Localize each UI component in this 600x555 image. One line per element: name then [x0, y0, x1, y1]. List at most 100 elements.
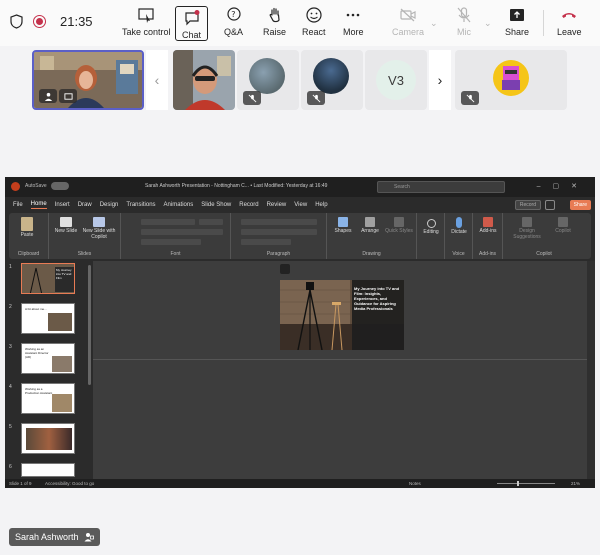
slide-thumbnail-1[interactable]: My Journey into TV and Film	[21, 263, 75, 294]
qa-button[interactable]: ? Q&A	[224, 6, 243, 42]
shield-icon	[10, 14, 23, 29]
ribbon-tabs: File Home Insert Draw Design Transitions…	[5, 197, 595, 213]
addins-button[interactable]: Add-ins	[475, 217, 501, 234]
slides-group: New Slide New Slide with Copilot Slides	[49, 213, 121, 259]
more-button[interactable]: More	[343, 6, 364, 42]
participant-tile-self[interactable]	[455, 50, 567, 110]
slide-thumbnail-4[interactable]: Working as a Production Assistant	[21, 383, 75, 414]
screen-share-icon	[63, 92, 73, 100]
clipboard-group: Paste Clipboard	[9, 213, 49, 259]
participants-next-button[interactable]: ›	[429, 50, 451, 110]
font-name-dropdown[interactable]	[141, 219, 195, 225]
participant-video	[173, 50, 235, 110]
slide-editing-canvas[interactable]: My Journey into TV and Film: Insights, E…	[93, 261, 595, 479]
zoom-slider-track[interactable]	[497, 483, 555, 484]
slide-thumbnails-pane: 1 My Journey into TV and Film 2 A bit ab…	[5, 261, 93, 479]
copilot-group: Design Suggestions Copilot Copilot	[503, 213, 585, 259]
comments-icon[interactable]	[545, 200, 555, 210]
shapes-button[interactable]: Shapes	[331, 217, 355, 234]
zoom-slider-knob[interactable]	[517, 481, 519, 486]
raise-hand-button[interactable]: Raise	[263, 6, 286, 42]
participant-strip: ‹ V3 ›	[0, 48, 600, 112]
tab-record[interactable]: Record	[239, 202, 258, 208]
slide-thumbnail-3[interactable]: Working as an Assistant Director (AD)	[21, 343, 75, 374]
current-slide[interactable]: My Journey into TV and Film: Insights, E…	[280, 280, 404, 350]
thumbnails-scrollbar[interactable]	[88, 265, 91, 385]
participant-tile-sarah[interactable]	[32, 50, 144, 110]
microphone-icon	[456, 217, 462, 228]
participant-tile-v3[interactable]: V3	[365, 50, 427, 110]
magnifier-icon	[426, 219, 436, 228]
paste-icon	[21, 217, 33, 231]
autosave-toggle[interactable]	[51, 182, 69, 190]
leave-button[interactable]: Leave	[557, 6, 582, 42]
tab-draw[interactable]: Draw	[78, 202, 92, 208]
tab-transitions[interactable]: Transitions	[126, 202, 155, 208]
canvas-scrollbar[interactable]	[587, 261, 595, 479]
paste-button[interactable]: Paste	[15, 217, 39, 238]
tab-help[interactable]: Help	[315, 202, 327, 208]
chat-button[interactable]: Chat	[175, 6, 209, 41]
slide-options-icon[interactable]	[280, 264, 290, 274]
participants-prev-button[interactable]: ‹	[146, 50, 168, 110]
arrange-button[interactable]: Arrange	[357, 217, 383, 234]
slide-thumbnail-2[interactable]: A bit about me...	[21, 303, 75, 334]
window-controls[interactable]: –▢✕	[537, 182, 589, 190]
ppt-share-button[interactable]: Share	[569, 200, 591, 210]
participant-avatar	[313, 58, 349, 94]
designer-button[interactable]: Design Suggestions	[509, 217, 545, 240]
toolbar-divider	[543, 10, 544, 36]
font-size-dropdown[interactable]	[199, 219, 223, 225]
ppt-search-box[interactable]: Search	[377, 181, 505, 193]
presenter-icon	[44, 92, 52, 101]
addins-group: Add-ins Add-ins	[473, 213, 503, 259]
tab-animations[interactable]: Animations	[164, 202, 194, 208]
new-slide-copilot-button[interactable]: New Slide with Copilot	[81, 217, 117, 240]
participant-tile-3[interactable]	[237, 50, 299, 110]
zoom-level[interactable]: 21%	[571, 481, 580, 486]
tab-review[interactable]: Review	[267, 202, 287, 208]
tab-file[interactable]: File	[13, 202, 23, 208]
quick-styles-icon	[394, 217, 404, 227]
editing-button[interactable]: Editing	[419, 219, 443, 235]
new-slide-button[interactable]: New Slide	[53, 217, 79, 234]
participant-tile-4[interactable]	[301, 50, 363, 110]
take-control-button[interactable]: Take control	[122, 6, 171, 42]
mic-options-chevron-icon[interactable]: ⌄	[484, 18, 492, 29]
list-buttons[interactable]	[241, 219, 317, 225]
camera-options-chevron-icon[interactable]: ⌄	[430, 18, 438, 29]
react-button[interactable]: React	[302, 6, 326, 42]
share-button[interactable]: Share	[505, 6, 529, 42]
home-ribbon: Paste Clipboard New Slide New Slide with…	[9, 213, 591, 259]
mic-button[interactable]: Mic	[455, 6, 473, 42]
dictate-button[interactable]: Dictate	[447, 217, 471, 235]
tab-design[interactable]: Design	[100, 202, 119, 208]
accessibility-status[interactable]: Accessibility: Good to go	[45, 481, 94, 486]
notes-toggle[interactable]: Notes	[409, 481, 421, 486]
copilot-button[interactable]: Copilot	[549, 217, 577, 234]
thumb-number: 3	[9, 344, 12, 350]
font-format-buttons[interactable]	[141, 229, 223, 235]
paragraph-group: Paragraph	[231, 213, 327, 259]
mic-off-icon	[248, 94, 256, 102]
tab-insert[interactable]: Insert	[55, 202, 70, 208]
camera-button[interactable]: Camera	[392, 6, 424, 42]
participant-tile-2[interactable]	[173, 50, 235, 110]
font-color-buttons[interactable]	[141, 239, 201, 245]
thumbnail-image	[52, 394, 72, 412]
font-group: Font	[121, 213, 231, 259]
chat-icon	[184, 10, 199, 26]
slide-counter: Slide 1 of 9	[9, 481, 32, 486]
tab-slide-show[interactable]: Slide Show	[201, 202, 231, 208]
slide-thumbnail-5[interactable]	[21, 423, 75, 454]
quick-styles-button[interactable]: Quick Styles	[385, 217, 413, 234]
slide-thumbnail-6[interactable]	[21, 463, 75, 477]
shared-powerpoint-window[interactable]: AutoSave Sarah Ashworth Presentation - N…	[5, 177, 595, 488]
screen-share-badge	[59, 89, 77, 103]
chevron-left-icon: ‹	[154, 72, 160, 88]
text-direction-buttons[interactable]	[241, 239, 291, 245]
tab-view[interactable]: View	[294, 202, 307, 208]
record-button[interactable]: Record	[514, 200, 541, 210]
tab-home[interactable]: Home	[30, 201, 47, 209]
alignment-buttons[interactable]	[241, 229, 317, 235]
